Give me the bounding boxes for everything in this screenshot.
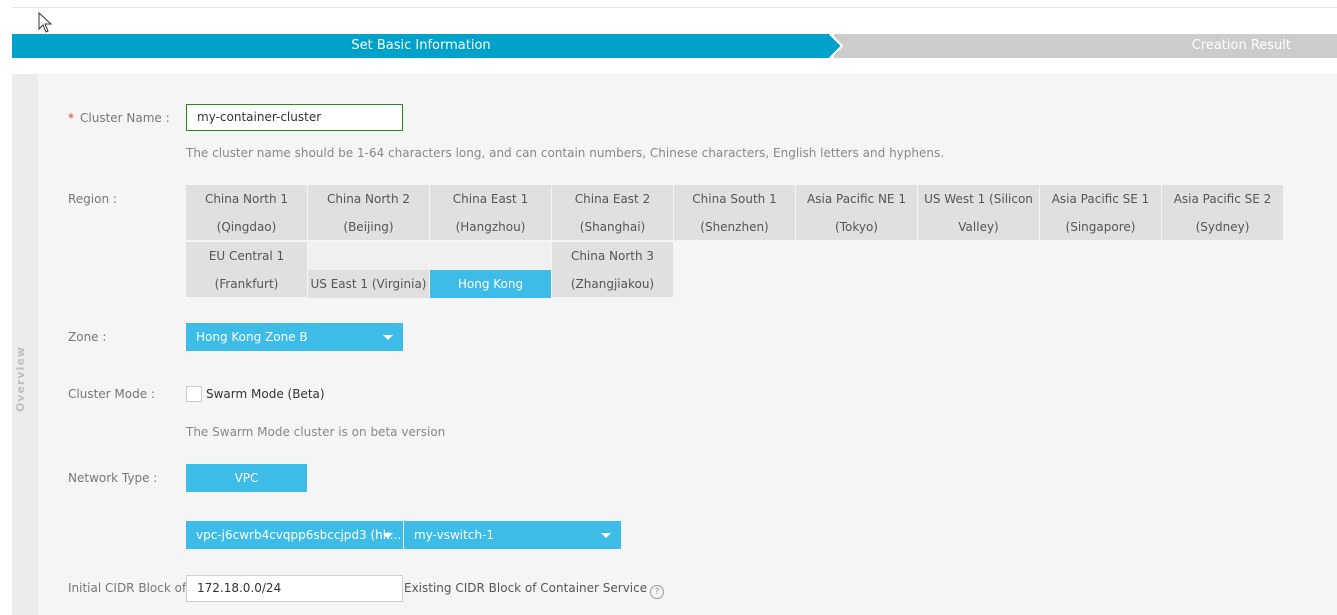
question-circle-icon[interactable]: ?: [650, 585, 665, 599]
region-china-east-2[interactable]: China East 2 (Shanghai): [552, 185, 673, 240]
region-asia-pacific-se-2[interactable]: Asia Pacific SE 2 (Sydney): [1162, 185, 1283, 240]
step-label: Set Basic Information: [351, 38, 491, 53]
swarm-mode-checkbox[interactable]: [186, 386, 202, 402]
region-china-north-1[interactable]: China North 1 (Qingdao): [186, 185, 307, 240]
cluster-name-input[interactable]: my-container-cluster: [186, 104, 403, 131]
zone-select[interactable]: Hong Kong Zone B: [186, 323, 403, 351]
cluster-name-label-text: Cluster Name :: [80, 111, 170, 125]
region-asia-pacific-ne-1[interactable]: Asia Pacific NE 1 (Tokyo): [796, 185, 917, 240]
region-name: Asia Pacific NE 1: [807, 192, 906, 206]
region-name: China North 3: [570, 249, 655, 263]
cidr-input[interactable]: 172.18.0.0/24: [186, 575, 403, 602]
region-name: China South 1: [692, 192, 777, 206]
region-name: Hong Kong: [457, 277, 524, 291]
cluster-name-label: * Cluster Name :: [68, 111, 170, 125]
region-china-east-1[interactable]: China East 1 (Hangzhou): [430, 185, 551, 240]
vswitch-select-value: my-vswitch-1: [414, 528, 494, 542]
vpc-select[interactable]: vpc-j6cwrb4cvqpp6sbccjpd3 (hk...: [186, 521, 403, 549]
chevron-down-icon: [601, 533, 611, 538]
region-city: (Qingdao): [216, 220, 277, 234]
cidr-existing-label: Existing CIDR Block of Container Service: [404, 581, 648, 595]
chevron-down-icon: [383, 335, 393, 340]
region-name: China North 2: [326, 192, 411, 206]
region-city: (Shanghai): [579, 220, 646, 234]
zone-label: Zone :: [68, 330, 107, 344]
overview-label: Overview: [14, 346, 27, 412]
cluster-name-hint: The cluster name should be 1-64 characte…: [186, 146, 945, 160]
required-mark: *: [68, 111, 74, 125]
region-city: Valley): [958, 220, 999, 234]
zone-select-value: Hong Kong Zone B: [196, 330, 308, 344]
chevron-down-icon: [383, 533, 393, 538]
swarm-mode-label[interactable]: Swarm Mode (Beta): [206, 387, 325, 401]
vswitch-select[interactable]: my-vswitch-1: [404, 521, 621, 549]
region-china-north-2[interactable]: China North 2 (Beijing): [308, 185, 429, 240]
cidr-existing-text: Existing CIDR Block of Container Service…: [404, 581, 665, 599]
step-set-basic-information: Set Basic Information: [12, 34, 830, 58]
region-name: US East 1 (Virginia): [310, 277, 427, 291]
region-city: (Frankfurt): [214, 277, 279, 291]
region-city: (Beijing): [343, 220, 394, 234]
region-asia-pacific-se-1[interactable]: Asia Pacific SE 1 (Singapore): [1040, 185, 1161, 240]
cidr-label: Initial CIDR Block of C: [68, 581, 186, 595]
wizard-steps: Set Basic Information Creation Result: [12, 34, 1337, 58]
region-china-north-3[interactable]: China North 3 (Zhangjiakou): [552, 242, 673, 297]
top-divider: [12, 7, 1337, 8]
region-name: EU Central 1: [208, 249, 285, 263]
mouse-cursor-icon: [38, 12, 53, 33]
region-label: Region :: [68, 192, 117, 206]
form-panel: Overview * Cluster Name : my-container-cl…: [12, 74, 1337, 615]
network-type-label: Network Type :: [68, 471, 158, 485]
vpc-select-value: vpc-j6cwrb4cvqpp6sbccjpd3 (hk...: [196, 528, 402, 542]
region-city: (Singapore): [1065, 220, 1136, 234]
region-name: China East 1: [452, 192, 529, 206]
region-name: China East 2: [574, 192, 651, 206]
region-name: US West 1 (Silicon: [924, 192, 1033, 206]
region-city: (Zhangjiakou): [570, 277, 655, 291]
region-us-west-1[interactable]: US West 1 (Silicon Valley): [918, 185, 1039, 240]
region-us-east-1[interactable]: US East 1 (Virginia): [308, 270, 429, 298]
cluster-mode-label: Cluster Mode :: [68, 387, 155, 401]
region-china-south-1[interactable]: China South 1 (Shenzhen): [674, 185, 795, 240]
region-city: (Hangzhou): [455, 220, 526, 234]
region-name: China North 1: [204, 192, 289, 206]
swarm-mode-hint: The Swarm Mode cluster is on beta versio…: [186, 425, 446, 439]
region-name: Asia Pacific SE 1: [1051, 192, 1150, 206]
region-city: (Shenzhen): [700, 220, 769, 234]
step-arrow-icon: [818, 34, 844, 58]
region-grid-spacer: [430, 242, 551, 270]
overview-rail[interactable]: Overview: [12, 74, 38, 615]
region-city: (Sydney): [1195, 220, 1250, 234]
region-hong-kong[interactable]: Hong Kong: [430, 270, 551, 298]
step-creation-result: Creation Result: [834, 34, 1337, 58]
region-city: (Tokyo): [835, 220, 878, 234]
region-eu-central-1[interactable]: EU Central 1 (Frankfurt): [186, 242, 307, 297]
region-selector: China North 1 (Qingdao) China North 2 (Bei…: [186, 185, 1284, 298]
region-name: Asia Pacific SE 2: [1173, 192, 1272, 206]
region-grid-spacer: [308, 242, 429, 270]
network-type-vpc-button[interactable]: VPC: [186, 464, 307, 492]
